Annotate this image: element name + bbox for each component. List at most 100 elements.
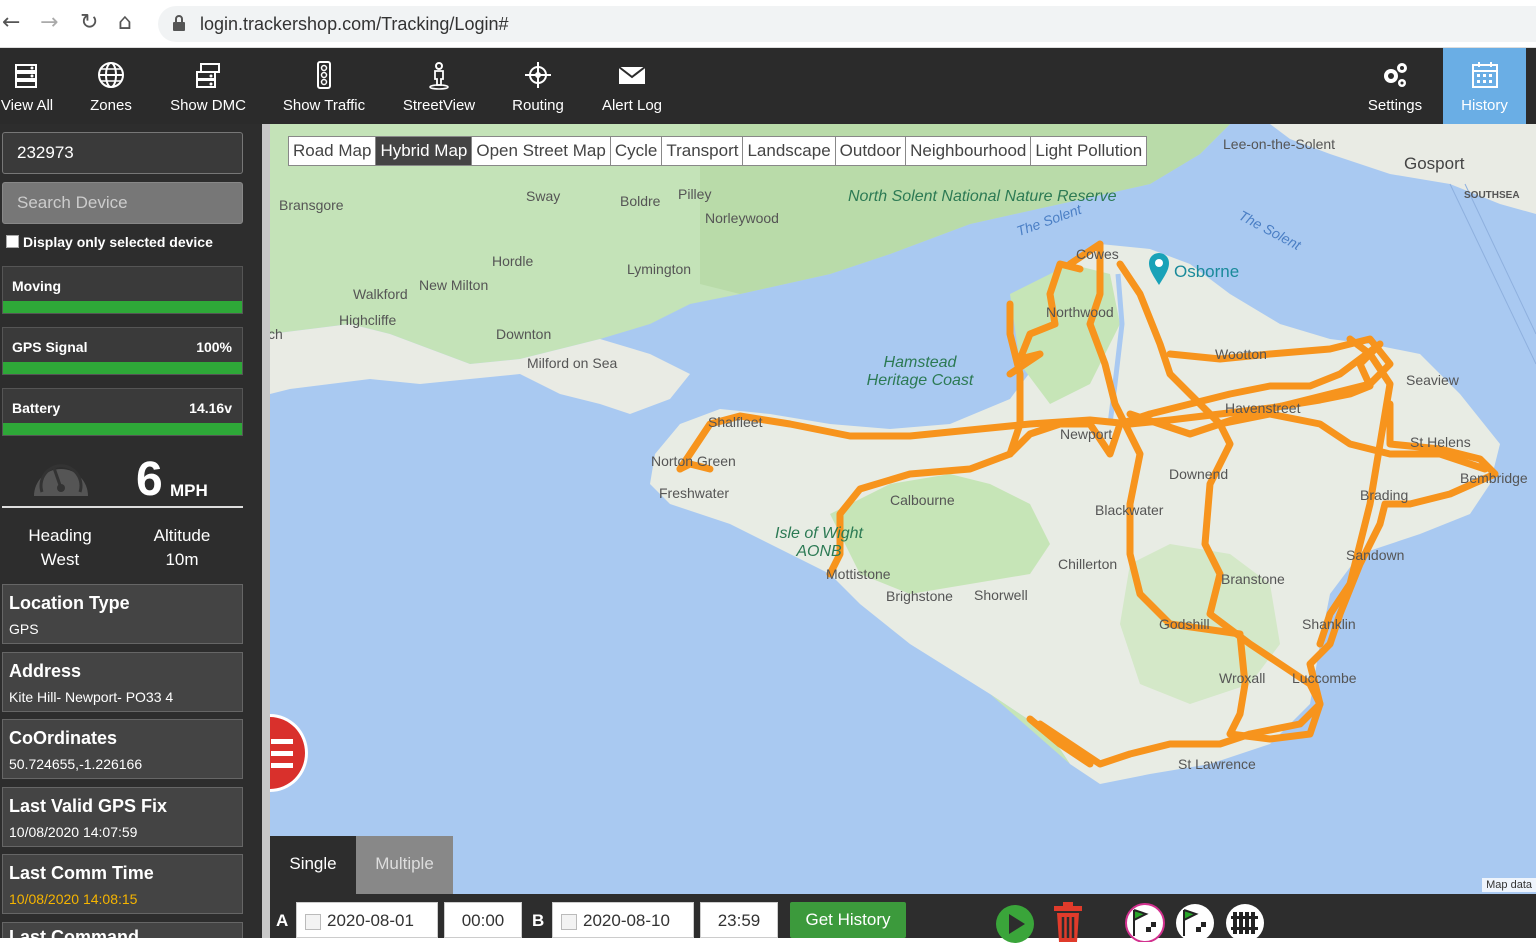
- map-type-road[interactable]: Road Map: [289, 137, 377, 165]
- menu-bar: [271, 763, 293, 768]
- heading-block: Heading West: [0, 524, 120, 572]
- zones-button[interactable]: Zones: [86, 48, 136, 124]
- speed-unit: MPH: [170, 481, 208, 500]
- forward-icon[interactable]: →: [40, 10, 58, 35]
- place-label: Cowes: [1076, 246, 1119, 262]
- last-comm-time-panel: Last Comm Time 10/08/2020 14:08:15: [2, 854, 243, 914]
- battery-label: Battery: [12, 400, 61, 416]
- green-area-label: North Solent National Nature Reserve: [848, 188, 1117, 206]
- pegman-icon: [429, 62, 449, 90]
- altitude-block: Altitude 10m: [122, 524, 242, 572]
- info-value: 10/08/2020 14:07:59: [9, 824, 138, 840]
- place-label: Chillerton: [1058, 556, 1118, 572]
- calendar-icon: [305, 914, 321, 930]
- info-title: Last Command: [9, 927, 140, 938]
- map-data-attribution[interactable]: Map data: [1482, 878, 1536, 892]
- map-type-hybrid[interactable]: Hybrid Map: [376, 137, 473, 165]
- place-label: Shanklin: [1302, 616, 1356, 632]
- gps-bar: [3, 362, 242, 374]
- place-label: Godshill: [1159, 616, 1210, 632]
- place-label: St Lawrence: [1178, 756, 1256, 772]
- get-history-button[interactable]: Get History: [790, 902, 906, 938]
- map-type-cycle[interactable]: Cycle: [610, 137, 663, 165]
- info-value: Kite Hill- Newport- PO33 4: [9, 689, 174, 705]
- place-label: Boldre: [620, 193, 661, 209]
- info-value: 10/08/2020 14:08:15: [9, 891, 138, 907]
- trash-icon[interactable]: [1052, 902, 1084, 942]
- place-label: Freshwater: [659, 485, 730, 501]
- time-a-input[interactable]: 00:00: [444, 902, 522, 938]
- place-label: Branstone: [1221, 571, 1285, 587]
- place-label: Luccombe: [1292, 670, 1357, 686]
- fence-icon[interactable]: [1224, 902, 1266, 942]
- date-a-input[interactable]: 2020-08-01: [296, 902, 438, 938]
- heading-label: Heading: [28, 526, 92, 545]
- start-end-flags-icon[interactable]: [1124, 902, 1166, 942]
- coordinates-panel: CoOrdinates 50.724655,-1.226166: [2, 719, 243, 779]
- place-label: Wroxall: [1219, 670, 1266, 686]
- show-traffic-button[interactable]: Show Traffic: [280, 48, 368, 124]
- point-b-label: B: [532, 911, 545, 930]
- traffic-light-icon: [317, 61, 331, 89]
- tab-multiple[interactable]: Multiple: [356, 836, 453, 894]
- info-value: GPS: [9, 621, 39, 637]
- history-bar: A 2020-08-01 00:00 B 2020-08-10 23:59 Ge…: [270, 894, 1536, 943]
- device-id-field[interactable]: 232973: [2, 132, 243, 174]
- place-label: Downton: [496, 326, 552, 342]
- gears-icon: [1384, 63, 1407, 87]
- home-icon[interactable]: ⌂: [118, 10, 132, 35]
- device-sidebar: 232973 Search Device Display only select…: [0, 124, 262, 938]
- view-all-icon: [15, 64, 37, 88]
- map-type-neighbourhood[interactable]: Neighbourhood: [906, 137, 1032, 165]
- place-label: Mottistone: [826, 566, 891, 582]
- place-label: Lymington: [627, 261, 692, 277]
- place-label: Shorwell: [974, 587, 1028, 603]
- place-label: Seaview: [1406, 372, 1459, 388]
- map-type-transport[interactable]: Transport: [662, 137, 744, 165]
- envelope-icon: [618, 66, 646, 84]
- gps-label: GPS Signal: [12, 339, 88, 355]
- map-type-light-pollution[interactable]: Light Pollution: [1031, 137, 1147, 165]
- place-label: Northwood: [1046, 304, 1114, 320]
- streetview-button[interactable]: StreetView: [398, 48, 480, 124]
- info-value: 50.724655,-1.226166: [9, 756, 143, 772]
- heading-value: West: [40, 550, 80, 569]
- gps-signal-status: GPS Signal 100%: [2, 327, 243, 375]
- history-button[interactable]: History: [1443, 48, 1526, 124]
- place-label: Brighstone: [886, 588, 953, 604]
- date-b-input[interactable]: 2020-08-10: [552, 902, 694, 938]
- green-area-label: Hamstead Heritage Coast: [866, 354, 974, 389]
- display-only-checkbox[interactable]: Display only selected device: [6, 234, 213, 250]
- address-bar[interactable]: login.trackershop.com/Tracking/Login#: [158, 6, 1536, 42]
- search-device-input[interactable]: Search Device: [2, 182, 243, 224]
- sidebar-scrollbar[interactable]: [262, 124, 270, 938]
- alert-log-button[interactable]: Alert Log: [598, 48, 666, 124]
- map-view[interactable]: Road Map Hybrid Map Open Street Map Cycl…: [270, 124, 1536, 894]
- browser-bar: ← → ↻ ⌂ login.trackershop.com/Tracking/L…: [0, 0, 1536, 48]
- info-title: Address: [9, 661, 82, 681]
- map-canvas: [270, 124, 1536, 784]
- last-command-panel: Last Command: [2, 922, 243, 938]
- time-b-input[interactable]: 23:59: [700, 902, 778, 938]
- lock-icon: [173, 15, 185, 31]
- battery-bar: [3, 423, 242, 435]
- osborne-pin-icon[interactable]: [1148, 252, 1170, 286]
- place-label: Wootton: [1215, 346, 1267, 362]
- settings-button[interactable]: Settings: [1362, 48, 1428, 124]
- flags-icon[interactable]: [1174, 902, 1216, 942]
- map-type-osm[interactable]: Open Street Map: [472, 137, 611, 165]
- checkbox-box[interactable]: [6, 235, 19, 248]
- map-type-landscape[interactable]: Landscape: [743, 137, 836, 165]
- map-type-outdoor[interactable]: Outdoor: [835, 137, 907, 165]
- routing-button[interactable]: Routing: [508, 48, 568, 124]
- place-label: Sandown: [1346, 547, 1405, 563]
- battery-status: Battery 14.16v: [2, 388, 243, 436]
- back-icon[interactable]: ←: [2, 10, 20, 35]
- place-label: Norleywood: [705, 210, 779, 226]
- divider: [2, 506, 243, 508]
- info-title: Location Type: [9, 593, 130, 613]
- reload-icon[interactable]: ↻: [80, 10, 98, 35]
- tab-single[interactable]: Single: [270, 836, 356, 894]
- show-dmc-button[interactable]: Show DMC: [166, 48, 250, 124]
- view-all-button[interactable]: View All: [0, 48, 54, 124]
